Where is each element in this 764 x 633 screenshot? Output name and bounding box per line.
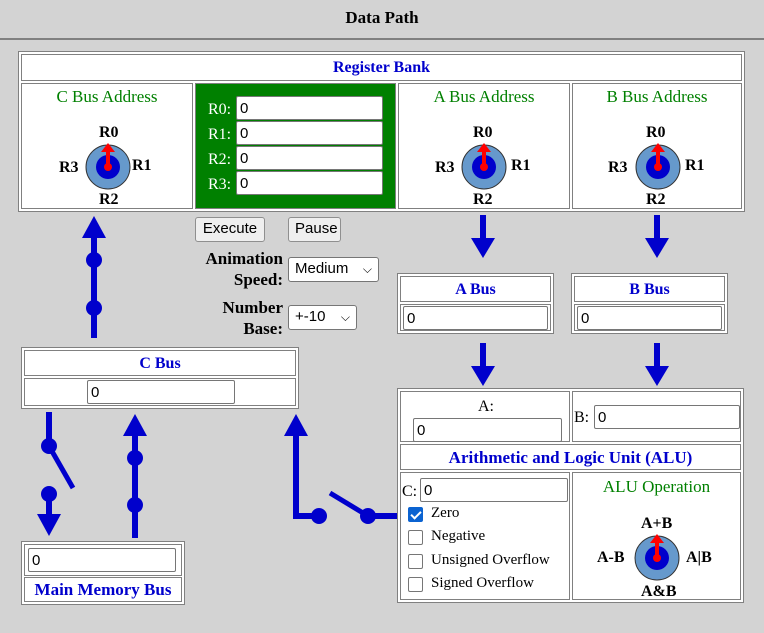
unsigned-overflow-label: Unsigned Overflow xyxy=(431,552,550,568)
knob-label-right: R1 xyxy=(685,157,705,174)
a-bus-panel: A Bus xyxy=(397,273,554,334)
negative-flag-checkbox[interactable] xyxy=(408,530,423,545)
knob-label-right: R1 xyxy=(511,157,531,174)
b-bus-arrow-top xyxy=(645,215,669,258)
memory-bus-value-cell xyxy=(24,544,182,576)
number-base-label-line2: Base: xyxy=(243,319,283,338)
animation-speed-label: Animation Speed: xyxy=(190,248,283,290)
b-bus-title: B Bus xyxy=(574,276,725,302)
signed-overflow-label: Signed Overflow xyxy=(431,575,534,591)
main-memory-bus-panel: Main Memory Bus xyxy=(21,541,185,605)
negative-flag-label: Negative xyxy=(431,528,486,544)
a-bus-address-title: A Bus Address xyxy=(433,87,535,106)
alu-c-field[interactable] xyxy=(420,478,568,502)
alu-operation-selector: ALU Operation A+B A|B A&B A-B xyxy=(572,472,741,600)
alu-c-label: C: xyxy=(402,483,418,500)
register-r3-label: R3: xyxy=(208,176,232,193)
c-bus-field[interactable] xyxy=(87,380,235,404)
register-r0-label: R0: xyxy=(208,101,232,118)
b-bus-value-cell xyxy=(574,304,725,331)
b-bus-arrow-bottom xyxy=(645,343,669,386)
knob-label-left: R3 xyxy=(608,159,628,176)
alu-to-c-bus-switch xyxy=(284,414,398,524)
animation-speed-label-line2: Speed: xyxy=(233,270,283,289)
number-base-select[interactable]: +-10 ⌵ xyxy=(288,305,357,330)
b-bus-panel: B Bus xyxy=(571,273,728,334)
c-bus-to-register-arrow xyxy=(82,216,106,338)
alu-a-label: A: xyxy=(478,398,494,415)
zero-flag-label: Zero xyxy=(431,505,460,521)
op-label-bottom: A&B xyxy=(641,583,677,600)
knob-label-top: R0 xyxy=(99,124,119,141)
animation-speed-value: Medium xyxy=(295,260,349,277)
alu-operation-knob[interactable] xyxy=(633,534,681,582)
register-r3-field[interactable] xyxy=(236,171,383,195)
c-bus-value-cell xyxy=(24,378,296,406)
pause-button[interactable]: Pause xyxy=(288,217,341,242)
number-base-label: Number Base: xyxy=(190,297,283,339)
zero-flag-checkbox[interactable] xyxy=(408,507,423,522)
a-address-knob[interactable] xyxy=(460,143,508,191)
register-bank-title: Register Bank xyxy=(21,54,742,81)
knob-label-left: R3 xyxy=(59,159,79,176)
b-bus-address-selector: B Bus Address R0 R1 R2 R3 xyxy=(572,83,742,209)
b-bus-address-title: B Bus Address xyxy=(606,87,708,106)
chevron-down-icon: ⌵ xyxy=(340,310,350,324)
op-label-left: A-B xyxy=(597,549,625,566)
memory-to-c-bus-arrow xyxy=(123,414,147,538)
c-address-knob[interactable] xyxy=(84,143,132,191)
alu-panel: A: B: Arithmetic and Logic Unit (ALU) C:… xyxy=(397,388,744,603)
chevron-down-icon: ⌵ xyxy=(362,262,372,276)
knob-label-bottom: R2 xyxy=(99,191,119,208)
register-r1-label: R1: xyxy=(208,126,232,143)
signed-overflow-checkbox[interactable] xyxy=(408,577,423,592)
c-bus-title: C Bus xyxy=(24,350,296,376)
alu-input-a-cell: A: xyxy=(400,391,570,442)
knob-label-bottom: R2 xyxy=(646,191,666,208)
a-bus-value-cell xyxy=(400,304,551,331)
register-bank-panel: Register Bank C Bus Address R0 R1 R2 R3 … xyxy=(18,51,745,212)
a-bus-field[interactable] xyxy=(403,306,548,330)
register-r0-field[interactable] xyxy=(236,96,383,120)
registers-area: R0: R1: R2: R3: xyxy=(195,83,396,209)
knob-label-top: R0 xyxy=(473,124,493,141)
animation-speed-label-line1: Animation xyxy=(205,249,283,268)
main-memory-bus-title: Main Memory Bus xyxy=(24,577,182,602)
op-label-right: A|B xyxy=(686,549,712,566)
op-label-top: A+B xyxy=(641,515,673,532)
c-bus-panel: C Bus xyxy=(21,347,299,409)
c-bus-address-title: C Bus Address xyxy=(56,87,158,106)
alu-operation-title: ALU Operation xyxy=(602,477,711,496)
knob-label-bottom: R2 xyxy=(473,191,493,208)
execute-button[interactable]: Execute xyxy=(195,217,265,242)
animation-speed-select[interactable]: Medium ⌵ xyxy=(288,257,379,282)
knob-label-top: R0 xyxy=(646,124,666,141)
register-r1-field[interactable] xyxy=(236,121,383,145)
a-bus-title: A Bus xyxy=(400,276,551,302)
c-bus-to-memory-switch xyxy=(37,412,76,536)
alu-b-field[interactable] xyxy=(594,405,740,429)
main-memory-bus-field[interactable] xyxy=(28,548,176,572)
b-bus-field[interactable] xyxy=(577,306,722,330)
b-address-knob[interactable] xyxy=(634,143,682,191)
number-base-value: +-10 xyxy=(295,308,326,325)
number-base-label-line1: Number xyxy=(222,298,283,317)
alu-input-b-cell: B: xyxy=(572,391,741,442)
a-bus-arrow-top xyxy=(471,215,495,258)
register-r2-label: R2: xyxy=(208,151,232,168)
unsigned-overflow-checkbox[interactable] xyxy=(408,554,423,569)
c-bus-address-selector: C Bus Address R0 R1 R2 R3 xyxy=(21,83,193,209)
knob-label-right: R1 xyxy=(132,157,152,174)
knob-label-left: R3 xyxy=(435,159,455,176)
alu-title: Arithmetic and Logic Unit (ALU) xyxy=(400,444,741,470)
register-r2-field[interactable] xyxy=(236,146,383,170)
alu-output-cell: C: Zero Negative Unsigned Overflow Signe… xyxy=(400,472,570,600)
alu-b-label: B: xyxy=(574,409,590,426)
a-bus-address-selector: A Bus Address R0 R1 R2 R3 xyxy=(398,83,570,209)
alu-a-field[interactable] xyxy=(413,418,562,442)
a-bus-arrow-bottom xyxy=(471,343,495,386)
